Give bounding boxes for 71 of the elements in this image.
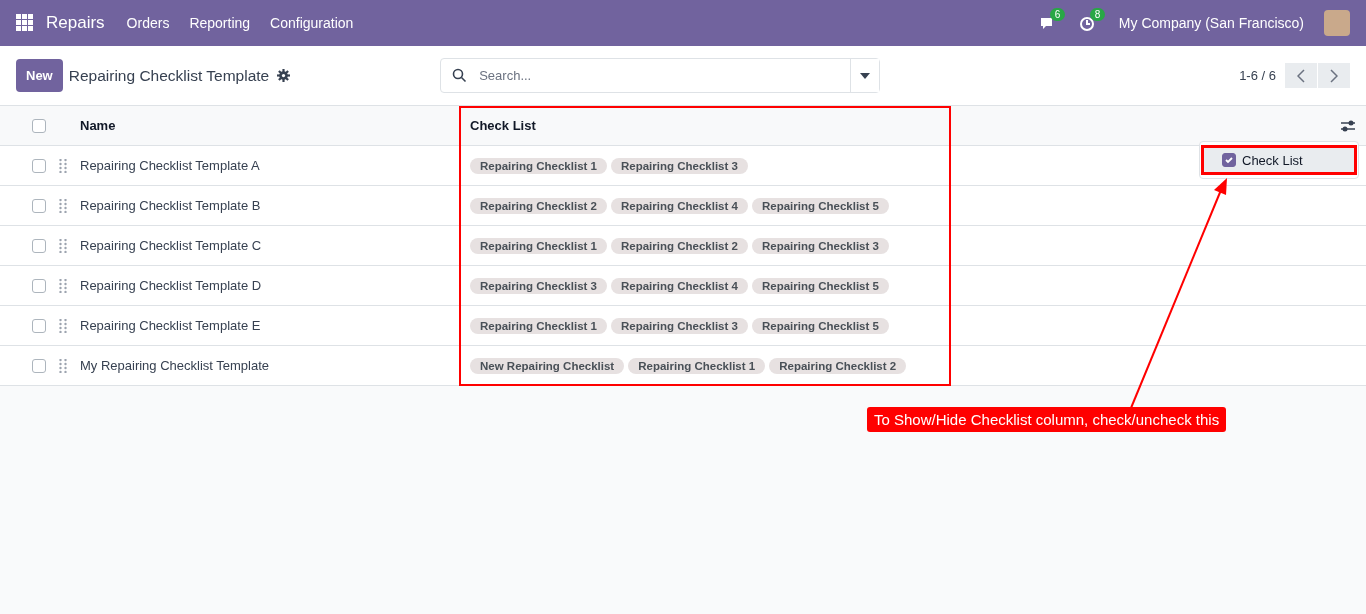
table-cell-text: Repairing Checklist Template A	[80, 158, 261, 173]
row-checkbox[interactable]	[32, 318, 46, 333]
clock-icon[interactable]	[1078, 16, 1095, 32]
checklist-tag: Repairing Checklist 3	[610, 157, 748, 174]
checklist-tag: Repairing Checklist 4	[610, 197, 748, 214]
table-cell-text: Repairing Checklist Template B	[80, 198, 262, 213]
pager-value[interactable]: 1-6 / 6	[1239, 68, 1276, 83]
message-count-badge: 6	[1049, 8, 1066, 21]
row-checkbox[interactable]	[32, 158, 46, 173]
search-icon	[452, 68, 468, 83]
table-cell-text: Repairing Checklist Template E	[80, 318, 262, 333]
checklist-tag: Repairing Checklist 1	[470, 157, 607, 174]
app-name[interactable]: Repairs	[46, 13, 105, 33]
drag-handle-icon[interactable]	[59, 318, 67, 333]
checklist-tag: Repairing Checklist 5	[751, 317, 889, 334]
column-header[interactable]: Check List	[460, 118, 950, 133]
table-cell-text: Repairing Checklist Template C	[80, 238, 263, 253]
settings-icon[interactable]	[277, 69, 291, 82]
checklist-tag: Repairing Checklist 3	[470, 277, 607, 294]
column-header[interactable]: Name	[80, 118, 460, 133]
previous-page-button[interactable]	[1285, 63, 1317, 88]
nav-menu-item[interactable]: Reporting	[189, 15, 251, 31]
table-row[interactable]: Repairing Checklist Template D Repairing Checklist 3 Repairing Checklist 4 Repairing Checklist 5	[0, 266, 1366, 306]
checklist-tag: Repairing Checklist 1	[470, 317, 607, 334]
chevron-right-icon	[1330, 68, 1338, 83]
select-all-checkbox[interactable]	[32, 118, 46, 133]
checklist-tag: Repairing Checklist 1	[470, 237, 607, 254]
nav-menu-item[interactable]: Orders	[126, 15, 170, 31]
activity-count-badge: 8	[1089, 8, 1106, 21]
option-label: Check List	[1242, 152, 1303, 168]
annotation-callout: To Show/Hide Checklist column, check/uncheck this	[867, 407, 1227, 432]
checklist-tag: New Repairing Checklist	[470, 357, 625, 374]
table-row[interactable]: My Repairing Checklist Template New Repairing Checklist Repairing Checklist 1 Repairing Checklist 2	[0, 346, 1366, 386]
row-checkbox[interactable]	[32, 278, 46, 293]
table-row[interactable]: Repairing Checklist Template B Repairing Checklist 2 Repairing Checklist 4 Repairing Checklist 5	[0, 186, 1366, 226]
drag-handle-icon[interactable]	[59, 238, 67, 253]
checklist-tag: Repairing Checklist 4	[610, 277, 748, 294]
checklist-tag: Repairing Checklist 3	[751, 237, 889, 254]
optional-columns-icon[interactable]	[1340, 118, 1356, 133]
optional-column-option[interactable]: Check List	[1201, 145, 1357, 175]
checklist-tag: Repairing Checklist 1	[628, 357, 766, 374]
table-row[interactable]: Repairing Checklist Template E Repairing Checklist 1 Repairing Checklist 3 Repairing Checklist 5	[0, 306, 1366, 346]
checklist-tag: Repairing Checklist 2	[610, 237, 748, 254]
company-name[interactable]: My Company (San Francisco)	[1118, 15, 1304, 31]
nav-menu-item[interactable]: Configuration	[270, 15, 354, 31]
drag-handle-icon[interactable]	[59, 198, 67, 213]
apps-menu-icon[interactable]	[16, 14, 34, 32]
row-checkbox[interactable]	[32, 198, 46, 213]
checklist-tag: Repairing Checklist 2	[769, 357, 907, 374]
table-cell-text: Repairing Checklist Template D	[80, 278, 263, 293]
checkmark-icon	[1224, 155, 1234, 165]
search-options-button[interactable]	[850, 59, 880, 92]
checklist-tag: Repairing Checklist 3	[610, 317, 748, 334]
row-checkbox[interactable]	[32, 358, 46, 373]
caret-icon	[860, 72, 871, 79]
new-button[interactable]: New	[16, 59, 63, 92]
drag-handle-icon[interactable]	[59, 358, 67, 373]
checklist-tag: Repairing Checklist 5	[751, 197, 889, 214]
table-row[interactable]: Repairing Checklist Template C Repairing Checklist 1 Repairing Checklist 2 Repairing Checklist 3	[0, 226, 1366, 266]
drag-handle-icon[interactable]	[59, 158, 67, 173]
table-cell-text: My Repairing Checklist Template	[80, 358, 271, 373]
next-page-button[interactable]	[1318, 63, 1350, 88]
search-bar[interactable]: Search...	[440, 58, 881, 93]
page-title: Repairing Checklist Template	[68, 66, 270, 85]
checklist-tag: Repairing Checklist 5	[751, 277, 889, 294]
drag-handle-icon[interactable]	[59, 278, 67, 293]
option-checkbox[interactable]	[1222, 153, 1236, 167]
row-checkbox[interactable]	[32, 238, 46, 253]
chevron-left-icon	[1297, 68, 1305, 83]
search-field[interactable]: Search...	[477, 67, 851, 84]
checklist-tag: Repairing Checklist 2	[470, 197, 607, 214]
